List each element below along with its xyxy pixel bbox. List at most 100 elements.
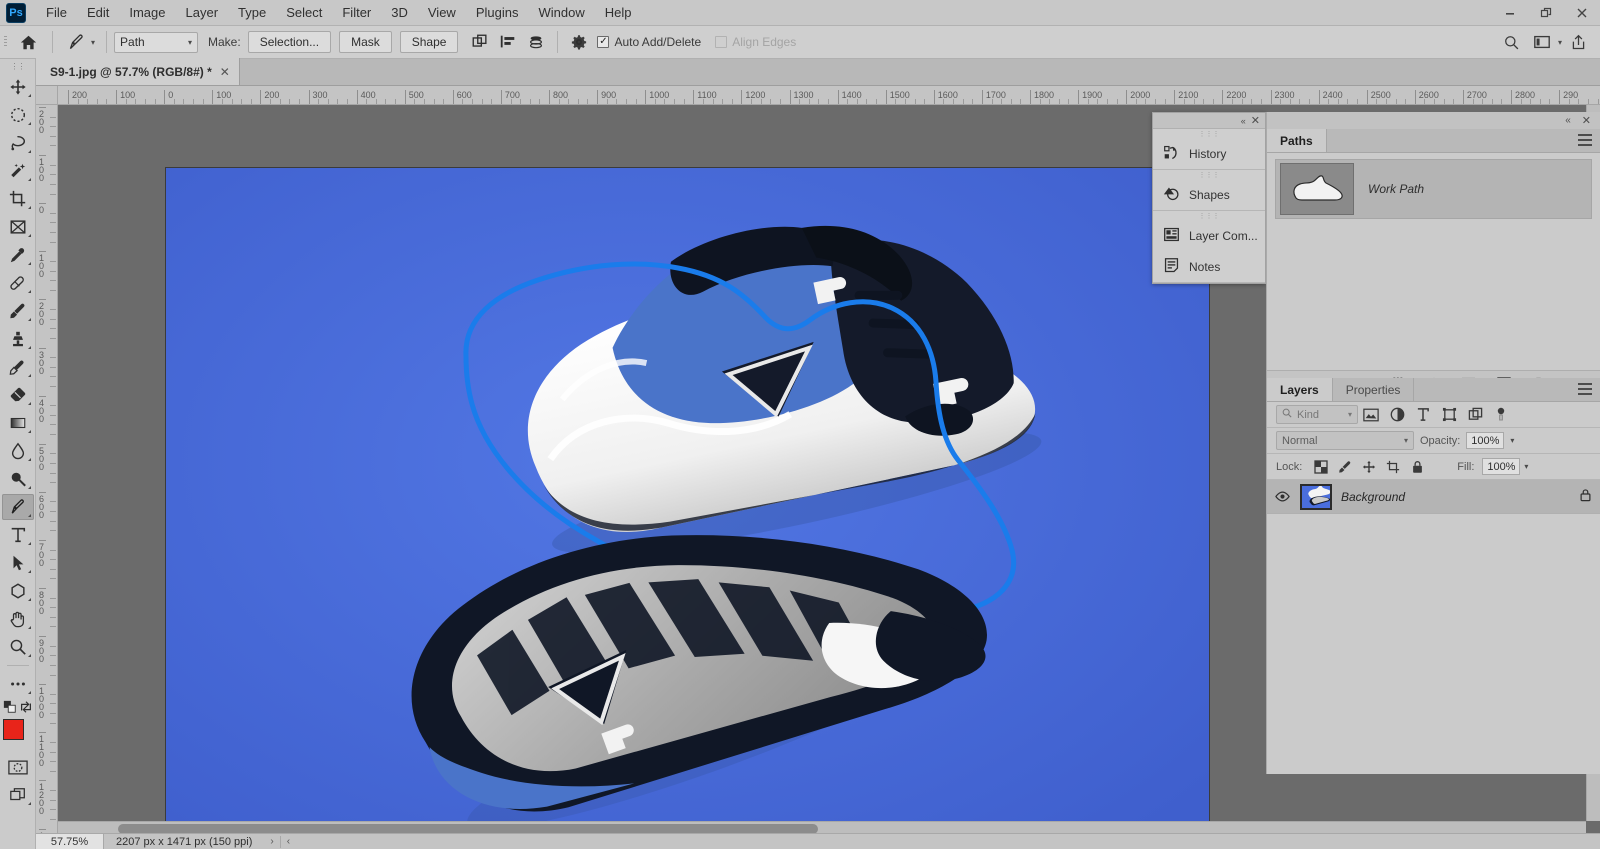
- menu-3d[interactable]: 3D: [381, 1, 418, 24]
- dodge-tool[interactable]: [2, 466, 34, 492]
- color-swatches[interactable]: [2, 719, 34, 753]
- panel-menu-icon[interactable]: [1578, 134, 1592, 146]
- menu-image[interactable]: Image: [119, 1, 175, 24]
- menu-filter[interactable]: Filter: [332, 1, 381, 24]
- vertical-ruler[interactable]: 200 100 0 100 200 300 400 500 600 700 800 900 1000 11…: [36, 105, 58, 835]
- menu-help[interactable]: Help: [595, 1, 642, 24]
- path-row-work-path[interactable]: Work Path: [1275, 159, 1592, 219]
- menu-edit[interactable]: Edit: [77, 1, 119, 24]
- gear-icon[interactable]: [565, 29, 593, 55]
- chevron-down-icon[interactable]: ▾: [1558, 38, 1562, 47]
- frame-tool[interactable]: [2, 214, 34, 240]
- default-colors-icon[interactable]: [3, 700, 17, 717]
- document-tab[interactable]: S9-1.jpg @ 57.7% (RGB/8#) * ✕: [36, 58, 240, 85]
- foreground-color-swatch[interactable]: [2, 719, 24, 740]
- chevron-down-icon[interactable]: ▾: [1510, 436, 1514, 445]
- opacity-value[interactable]: 100%: [1466, 432, 1505, 449]
- fill-value[interactable]: 100%: [1482, 458, 1521, 475]
- close-icon[interactable]: ✕: [220, 65, 230, 79]
- pen-tool[interactable]: [1, 494, 34, 520]
- restore-button[interactable]: [1528, 0, 1564, 26]
- lock-artboard-nesting-icon[interactable]: [1383, 457, 1403, 477]
- collapse-panel-icon[interactable]: «: [1565, 115, 1570, 126]
- brush-tool[interactable]: [2, 298, 34, 324]
- horizontal-ruler[interactable]: 200 100 0 100 200 300 400 500 600 700 800 900 1000 11…: [58, 86, 1600, 105]
- layer-row-background[interactable]: Background: [1267, 480, 1600, 514]
- tab-layers[interactable]: Layers: [1267, 378, 1333, 401]
- auto-add-delete-checkbox[interactable]: ✓ Auto Add/Delete: [597, 35, 701, 49]
- edit-toolbar-button[interactable]: [2, 671, 34, 697]
- filter-shape-icon[interactable]: [1436, 404, 1462, 426]
- tool-preset-picker[interactable]: ▾: [60, 30, 99, 54]
- options-bar-grip[interactable]: [0, 25, 11, 59]
- layer-kind-filter[interactable]: Kind ▾: [1276, 405, 1358, 424]
- eyedropper-tool[interactable]: [2, 242, 34, 268]
- object-selection-tool[interactable]: [2, 158, 34, 184]
- align-edges-checkbox[interactable]: Align Edges: [715, 35, 796, 49]
- panel-menu-icon[interactable]: [1578, 383, 1592, 395]
- path-alignment-icon[interactable]: [494, 29, 522, 55]
- image-artboard[interactable]: [166, 168, 1209, 821]
- lock-position-icon[interactable]: [1359, 457, 1379, 477]
- lasso-tool[interactable]: [2, 130, 34, 156]
- make-mask-button[interactable]: Mask: [339, 31, 392, 53]
- history-brush-tool[interactable]: [2, 354, 34, 380]
- menu-plugins[interactable]: Plugins: [466, 1, 529, 24]
- crop-tool[interactable]: [2, 186, 34, 212]
- panel-item-shapes[interactable]: Shapes: [1153, 179, 1265, 210]
- eye-icon[interactable]: [1273, 491, 1291, 502]
- status-collapse-arrow-icon[interactable]: ‹: [281, 836, 296, 847]
- eraser-tool[interactable]: [2, 382, 34, 408]
- swap-colors-icon[interactable]: [19, 700, 33, 717]
- clone-stamp-tool[interactable]: [2, 326, 34, 352]
- close-button[interactable]: [1564, 0, 1600, 26]
- menu-window[interactable]: Window: [528, 1, 594, 24]
- lock-image-pixels-icon[interactable]: [1335, 457, 1355, 477]
- filter-type-icon[interactable]: [1410, 404, 1436, 426]
- menu-file[interactable]: File: [36, 1, 77, 24]
- move-tool[interactable]: [2, 74, 34, 100]
- panel-grip[interactable]: ⋮⋮⋮: [1153, 129, 1265, 138]
- path-operations-icon[interactable]: [466, 29, 494, 55]
- gradient-tool[interactable]: [2, 410, 34, 436]
- polygon-tool[interactable]: [2, 578, 34, 604]
- minimize-button[interactable]: [1492, 0, 1528, 26]
- filter-adjustment-icon[interactable]: [1384, 404, 1410, 426]
- close-icon[interactable]: ✕: [1582, 114, 1591, 127]
- workspace-icon[interactable]: [1528, 29, 1556, 55]
- zoom-level[interactable]: 57.75%: [36, 833, 104, 849]
- panel-item-notes[interactable]: Notes: [1153, 251, 1265, 282]
- menu-select[interactable]: Select: [276, 1, 332, 24]
- path-arrangement-icon[interactable]: [522, 29, 550, 55]
- lock-all-icon[interactable]: [1407, 457, 1427, 477]
- panel-grip[interactable]: ⋮⋮⋮: [1153, 170, 1265, 179]
- spot-healing-brush-tool[interactable]: [2, 270, 34, 296]
- tab-properties[interactable]: Properties: [1333, 378, 1415, 401]
- quick-mask-icon[interactable]: [2, 754, 34, 780]
- screen-mode-icon[interactable]: [2, 782, 34, 808]
- path-selection-tool[interactable]: [2, 550, 34, 576]
- share-icon[interactable]: [1564, 29, 1592, 55]
- home-icon[interactable]: [11, 26, 45, 59]
- tools-panel-grip[interactable]: ⋮⋮: [0, 59, 36, 73]
- blur-tool[interactable]: [2, 438, 34, 464]
- ruler-corner[interactable]: [36, 86, 58, 105]
- panel-grip[interactable]: ⋮⋮⋮: [1153, 211, 1265, 220]
- tab-paths[interactable]: Paths: [1267, 129, 1327, 152]
- close-icon[interactable]: ✕: [1251, 114, 1260, 127]
- make-selection-button[interactable]: Selection...: [247, 31, 332, 53]
- path-mode-select[interactable]: Path ▾: [114, 31, 199, 53]
- status-expand-arrow-icon[interactable]: ›: [264, 836, 279, 847]
- filter-toggle-icon[interactable]: [1488, 404, 1514, 426]
- lock-transparent-pixels-icon[interactable]: [1311, 457, 1331, 477]
- chevron-down-icon[interactable]: ▾: [1524, 462, 1528, 471]
- menu-type[interactable]: Type: [228, 1, 276, 24]
- filter-pixel-icon[interactable]: [1358, 404, 1384, 426]
- panel-item-history[interactable]: History: [1153, 138, 1265, 169]
- menu-view[interactable]: View: [418, 1, 466, 24]
- layer-thumbnail[interactable]: [1300, 483, 1332, 510]
- hand-tool[interactable]: [2, 606, 34, 632]
- lock-icon[interactable]: [1579, 488, 1592, 505]
- blend-mode-select[interactable]: Normal ▾: [1276, 431, 1414, 450]
- expand-panels-icon[interactable]: «: [1241, 116, 1246, 126]
